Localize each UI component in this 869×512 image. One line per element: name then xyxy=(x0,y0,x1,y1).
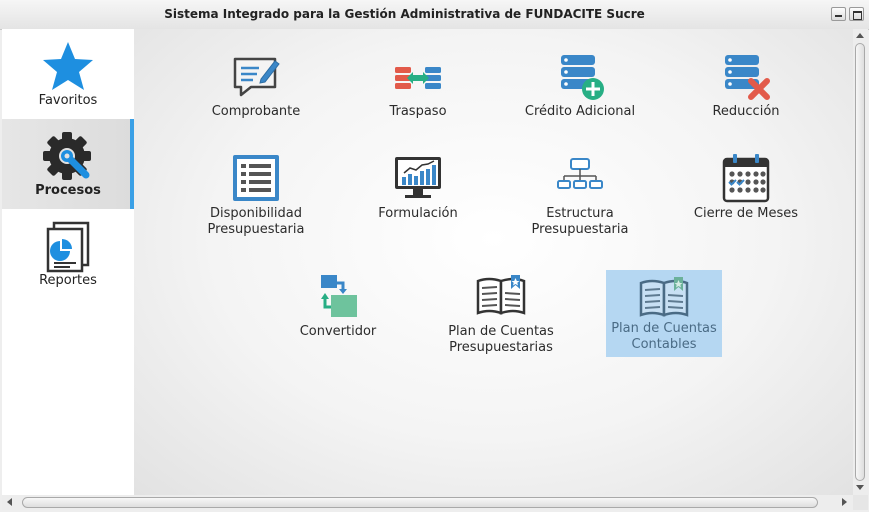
book-icon xyxy=(476,275,526,315)
scroll-corner xyxy=(853,495,868,510)
tile-plan-de-cuentas-presupuestarias[interactable]: Plan de Cuentas Presupuestarias xyxy=(426,267,576,355)
add-credit-icon xyxy=(561,55,604,100)
tile-formulacion[interactable]: Formulación xyxy=(343,149,493,237)
tile-plan-de-cuentas-contables[interactable]: Plan de Cuentas Contables xyxy=(606,270,722,357)
tile-reduccion[interactable]: Reducción xyxy=(671,47,821,135)
vertical-scrollbar[interactable] xyxy=(853,29,868,495)
calendar-icon xyxy=(722,154,770,203)
sidebar: Favoritos Procesos Reportes xyxy=(2,29,134,495)
transfer-icon xyxy=(395,67,441,89)
star-icon xyxy=(43,42,93,90)
tile-label: Plan de Cuentas Contables xyxy=(611,321,717,352)
tile-label: Cierre de Meses xyxy=(693,206,799,221)
org-structure-icon xyxy=(557,158,603,189)
sidebar-item-label: Favoritos xyxy=(38,93,98,108)
tile-label: Disponibilidad Presupuestaria xyxy=(207,206,305,237)
tile-label: Convertidor xyxy=(299,324,377,339)
vertical-scroll-thumb[interactable] xyxy=(855,43,865,481)
window-title: Sistema Integrado para la Gestión Admini… xyxy=(164,7,645,21)
tile-label: Crédito Adicional xyxy=(524,104,636,119)
sidebar-item-favoritos[interactable]: Favoritos xyxy=(2,29,134,119)
tile-convertidor[interactable]: Convertidor xyxy=(263,267,413,355)
tile-disponibilidad-presupuestaria[interactable]: Disponibilidad Presupuestaria xyxy=(181,149,331,237)
scroll-down-icon[interactable] xyxy=(856,485,864,490)
horizontal-scroll-thumb[interactable] xyxy=(22,497,818,508)
tile-credito-adicional[interactable]: Crédito Adicional xyxy=(505,47,655,135)
checklist-icon xyxy=(233,155,279,201)
title-bar: Sistema Integrado para la Gestión Admini… xyxy=(0,0,869,30)
horizontal-scrollbar[interactable] xyxy=(2,495,853,510)
tile-label: Plan de Cuentas Presupuestarias xyxy=(448,324,554,355)
converter-icon xyxy=(321,275,357,317)
tile-comprobante[interactable]: Comprobante xyxy=(181,47,331,135)
sidebar-item-reportes[interactable]: Reportes xyxy=(2,209,134,299)
maximize-button[interactable] xyxy=(849,7,864,21)
tile-estructura-presupuestaria[interactable]: Estructura Presupuestaria xyxy=(505,149,655,237)
tile-label: Formulación xyxy=(378,206,458,221)
voucher-icon xyxy=(233,57,280,97)
tile-label: Traspaso xyxy=(389,104,447,119)
process-grid: Comprobante Traspaso Crédito Adicional R… xyxy=(134,29,853,495)
monitor-chart-icon xyxy=(395,157,441,198)
tile-label: Estructura Presupuestaria xyxy=(531,206,629,237)
tile-label: Comprobante xyxy=(211,104,301,119)
gear-wrench-icon xyxy=(43,132,91,180)
scroll-left-icon[interactable] xyxy=(7,498,12,506)
scroll-up-icon[interactable] xyxy=(856,33,864,38)
scroll-right-icon[interactable] xyxy=(842,498,847,506)
sidebar-item-procesos[interactable]: Procesos xyxy=(2,119,134,209)
report-icon xyxy=(46,221,90,273)
tile-traspaso[interactable]: Traspaso xyxy=(343,47,493,135)
reduction-icon xyxy=(725,55,770,100)
sidebar-item-label: Procesos xyxy=(35,183,101,198)
tile-cierre-de-meses[interactable]: Cierre de Meses xyxy=(671,149,821,237)
sidebar-item-label: Reportes xyxy=(39,273,97,288)
minimize-button[interactable] xyxy=(831,7,846,21)
book-icon xyxy=(639,277,689,317)
tile-label: Reducción xyxy=(712,104,780,119)
